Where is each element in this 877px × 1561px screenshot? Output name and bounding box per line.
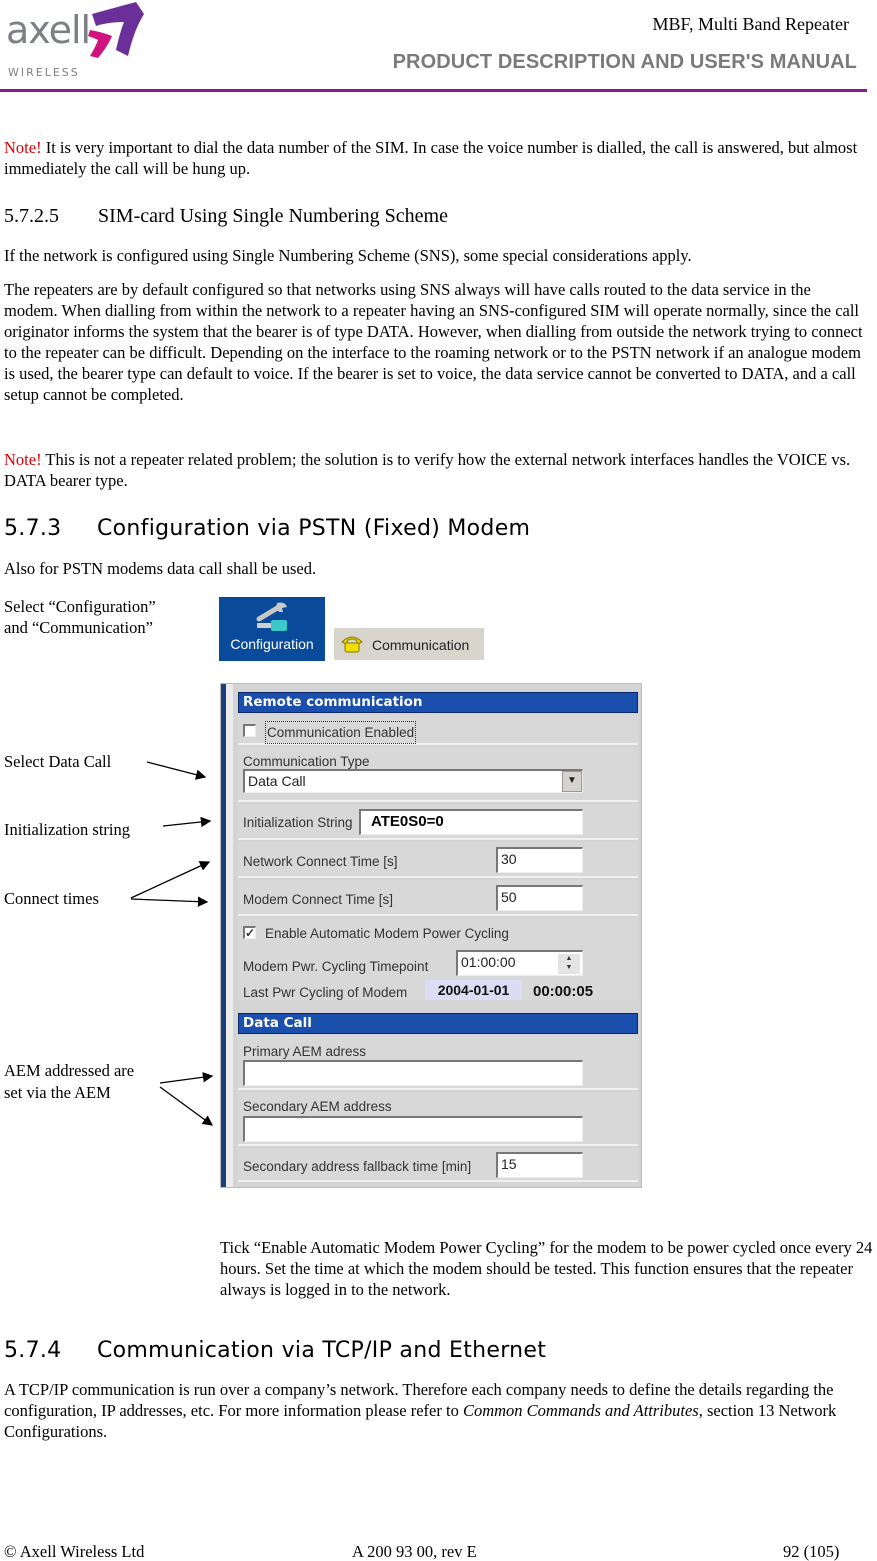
fallback-time-label: Secondary address fallback time [min] <box>243 1159 472 1174</box>
remote-communication-panel: Remote communication Communication Enabl… <box>220 683 642 1188</box>
fallback-time-row: Secondary address fallback time [min] 15 <box>238 1148 638 1182</box>
timepoint-input[interactable]: 01:00:00 ▲ ▼ <box>456 950 583 976</box>
power-cycling-label: Enable Automatic Modem Power Cycling <box>265 926 509 941</box>
init-string-row: Initialization String ATE0S0=0 <box>238 804 638 840</box>
communication-button[interactable]: Communication <box>334 628 484 660</box>
timepoint-label: Modem Pwr. Cycling Timepoint <box>243 959 429 974</box>
communication-label: Communication <box>372 637 470 653</box>
primary-aem-row: Primary AEM adress <box>238 1036 638 1090</box>
power-cycling-group: ✓ Enable Automatic Modem Power Cycling M… <box>238 918 638 1000</box>
annotation-arrows <box>130 761 214 1126</box>
document-subtitle: PRODUCT DESCRIPTION AND USER'S MANUAL <box>392 51 857 73</box>
communication-type-value: Data Call <box>248 773 306 789</box>
footer-copyright: © Axell Wireless Ltd <box>4 1542 145 1561</box>
communication-enabled-checkbox[interactable] <box>243 724 256 737</box>
footer-doc-id: A 200 93 00, rev E <box>352 1542 477 1561</box>
modem-connect-label: Modem Connect Time [s] <box>243 892 394 907</box>
secondary-aem-label: Secondary AEM address <box>243 1099 392 1114</box>
chevron-down-icon[interactable]: ▼ <box>562 771 582 792</box>
spinner-icon[interactable]: ▲ ▼ <box>558 954 580 974</box>
network-connect-label: Network Connect Time [s] <box>243 854 398 869</box>
telephone-icon <box>341 636 363 653</box>
arrow-connect-modem <box>130 896 209 907</box>
paragraph: A TCP/IP communication is run over a com… <box>4 1379 864 1442</box>
primary-aem-input[interactable] <box>243 1060 583 1086</box>
configuration-button[interactable]: Configuration <box>219 597 325 661</box>
configuration-label: Configuration <box>230 636 314 652</box>
fallback-time-input[interactable]: 15 <box>496 1152 583 1178</box>
power-cycling-checkbox[interactable]: ✓ <box>243 926 256 939</box>
tick-instruction: Tick “Enable Automatic Modem Power Cycli… <box>220 1238 873 1299</box>
network-connect-input[interactable]: 30 <box>496 847 583 873</box>
communication-enabled-row: Communication Enabled <box>238 715 638 745</box>
remote-communication-header: Remote communication <box>238 692 638 713</box>
cross-reference: Common Commands and Attributes <box>462 1401 699 1420</box>
primary-aem-label: Primary AEM adress <box>243 1044 367 1059</box>
arrow-aem-secondary <box>159 1086 214 1126</box>
init-string-label: Initialization String <box>243 815 353 830</box>
arrow-aem-primary <box>159 1072 214 1084</box>
heading-number: 5.7.4 <box>4 1338 62 1363</box>
arrow-init-string <box>162 816 212 828</box>
modem-connect-input[interactable]: 50 <box>496 885 583 911</box>
data-call-header: Data Call <box>238 1013 638 1034</box>
last-cycle-date: 2004-01-01 <box>425 980 522 1000</box>
timepoint-value: 01:00:00 <box>461 954 516 970</box>
communication-enabled-label: Communication Enabled <box>265 721 417 744</box>
last-cycle-time: 00:00:05 <box>533 983 594 1000</box>
arrow-connect-network <box>130 861 211 899</box>
arrow-select-data-call <box>146 761 207 780</box>
communication-type-row: Communication Type Data Call ▼ <box>238 747 638 802</box>
network-connect-row: Network Connect Time [s] 30 <box>238 842 638 878</box>
last-cycle-label: Last Pwr Cycling of Modem <box>243 985 408 1000</box>
panel-left-bar <box>221 684 233 1187</box>
secondary-aem-input[interactable] <box>243 1116 583 1142</box>
footer-page-number: 92 (105) <box>783 1542 840 1561</box>
secondary-aem-row: Secondary AEM address <box>238 1092 638 1146</box>
heading-574: 5.7.4 Communication via TCP/IP and Ethern… <box>4 1338 547 1363</box>
wrench-screwdriver-icon <box>256 602 287 631</box>
init-string-input[interactable]: ATE0S0=0 <box>359 809 583 835</box>
heading-title: Communication via TCP/IP and Ethernet <box>97 1338 547 1363</box>
communication-type-select[interactable]: Data Call ▼ <box>243 769 583 793</box>
modem-connect-row: Modem Connect Time [s] 50 <box>238 880 638 916</box>
document-title: MBF, Multi Band Repeater <box>652 14 849 34</box>
